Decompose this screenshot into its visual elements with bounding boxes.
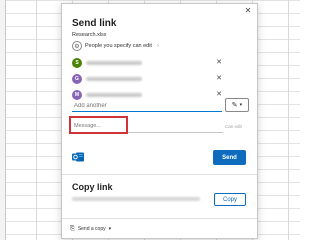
recipient-name-redacted bbox=[86, 77, 142, 81]
file-name: Research.xlsx bbox=[72, 32, 107, 38]
add-recipient-input[interactable] bbox=[72, 103, 222, 112]
remove-recipient-icon[interactable]: ✕ bbox=[216, 91, 222, 98]
copy-link-title: Copy link bbox=[72, 182, 113, 192]
recipient-list: S ✕ G ✕ M ✕ bbox=[72, 55, 222, 103]
avatar: M bbox=[72, 90, 82, 100]
message-input[interactable] bbox=[74, 122, 122, 130]
send-button[interactable]: Send bbox=[213, 150, 246, 165]
outlook-icon[interactable] bbox=[72, 151, 84, 163]
remove-recipient-icon[interactable]: ✕ bbox=[216, 75, 222, 82]
avatar: S bbox=[72, 58, 82, 68]
paperclip-icon: ⎘ bbox=[70, 225, 75, 232]
section-divider bbox=[62, 174, 257, 175]
recipient-chip: G ✕ bbox=[72, 71, 222, 87]
footer-divider bbox=[62, 218, 257, 219]
message-highlight bbox=[69, 116, 128, 134]
pencil-icon: ✎ bbox=[231, 101, 238, 109]
send-copy-label: Send a copy bbox=[77, 226, 106, 232]
row-header-strip bbox=[0, 0, 6, 240]
copy-link-url-redacted bbox=[72, 197, 200, 201]
share-dialog: ✕ Send link Research.xlsx ⚙ People you s… bbox=[61, 3, 258, 239]
message-underline bbox=[128, 132, 223, 133]
avatar: G bbox=[72, 74, 82, 84]
chevron-down-icon: ▾ bbox=[108, 226, 112, 232]
send-copy-button[interactable]: ⎘ Send a copy ▾ bbox=[70, 225, 111, 233]
recipient-name-redacted bbox=[86, 93, 142, 97]
recipient-chip: M ✕ bbox=[72, 87, 222, 103]
chevron-right-icon: › bbox=[156, 43, 159, 49]
remove-recipient-icon[interactable]: ✕ bbox=[216, 59, 222, 66]
recipient-chip: S ✕ bbox=[72, 55, 222, 71]
close-icon[interactable]: ✕ bbox=[244, 7, 252, 15]
permission-label: People you specify can edit bbox=[85, 43, 152, 49]
dialog-title: Send link bbox=[72, 18, 117, 29]
recipient-name-redacted bbox=[86, 61, 142, 65]
people-icon: ⚙ bbox=[72, 41, 82, 51]
permission-hint: Can edit bbox=[225, 124, 242, 129]
chevron-down-icon: ▾ bbox=[239, 102, 243, 108]
copy-button[interactable]: Copy bbox=[214, 193, 246, 206]
link-permission-button[interactable]: ✎ ▾ bbox=[225, 98, 249, 112]
permission-selector[interactable]: ⚙ People you specify can edit › bbox=[72, 41, 159, 51]
